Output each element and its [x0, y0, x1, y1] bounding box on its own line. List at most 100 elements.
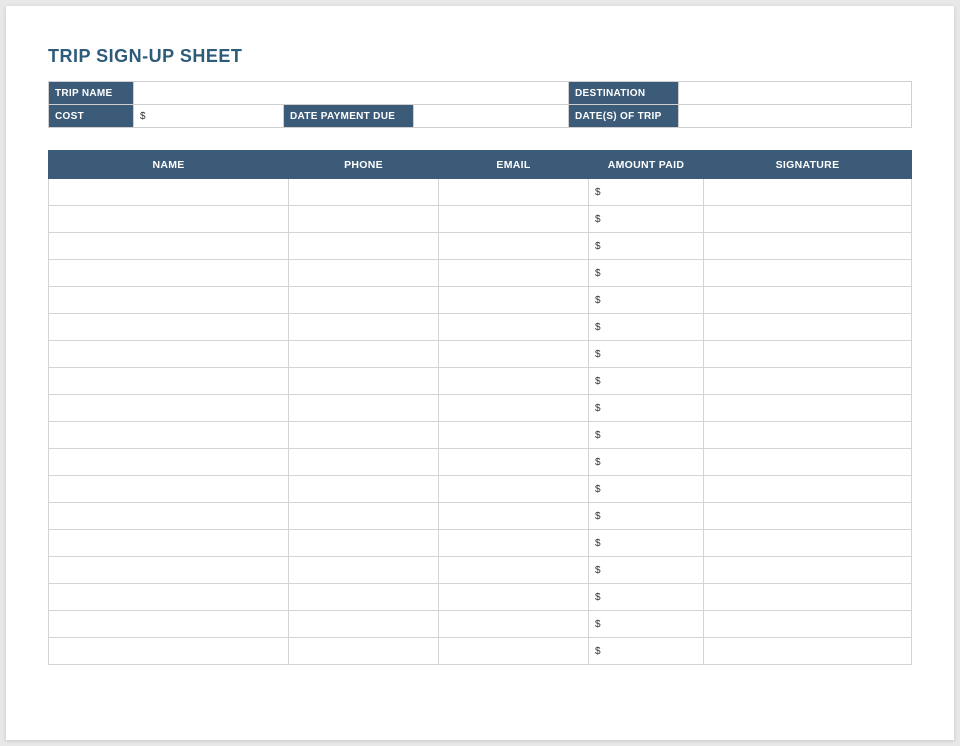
- cell-amount-paid[interactable]: $: [589, 341, 704, 368]
- cell-name[interactable]: [49, 314, 289, 341]
- cell-signature[interactable]: [704, 368, 912, 395]
- cell-amount-paid[interactable]: $: [589, 476, 704, 503]
- date-payment-due-value[interactable]: [414, 105, 569, 128]
- cell-phone[interactable]: [289, 260, 439, 287]
- cell-amount-paid[interactable]: $: [589, 233, 704, 260]
- cell-amount-paid[interactable]: $: [589, 584, 704, 611]
- cell-email[interactable]: [439, 341, 589, 368]
- cell-amount-paid[interactable]: $: [589, 260, 704, 287]
- cell-phone[interactable]: [289, 287, 439, 314]
- cell-signature[interactable]: [704, 314, 912, 341]
- cell-name[interactable]: [49, 233, 289, 260]
- cell-email[interactable]: [439, 476, 589, 503]
- cell-amount-paid[interactable]: $: [589, 638, 704, 665]
- cell-email[interactable]: [439, 611, 589, 638]
- cell-phone[interactable]: [289, 638, 439, 665]
- cell-amount-paid[interactable]: $: [589, 179, 704, 206]
- cost-value[interactable]: $: [134, 105, 284, 128]
- cell-email[interactable]: [439, 179, 589, 206]
- cell-email[interactable]: [439, 287, 589, 314]
- col-name: NAME: [49, 151, 289, 179]
- cell-email[interactable]: [439, 314, 589, 341]
- cell-signature[interactable]: [704, 449, 912, 476]
- cell-signature[interactable]: [704, 638, 912, 665]
- cell-email[interactable]: [439, 233, 589, 260]
- cell-amount-paid[interactable]: $: [589, 557, 704, 584]
- cell-phone[interactable]: [289, 449, 439, 476]
- cell-email[interactable]: [439, 557, 589, 584]
- cell-email[interactable]: [439, 530, 589, 557]
- trip-name-value[interactable]: [134, 82, 569, 105]
- cell-signature[interactable]: [704, 206, 912, 233]
- cell-email[interactable]: [439, 584, 589, 611]
- cell-email[interactable]: [439, 638, 589, 665]
- cell-name[interactable]: [49, 260, 289, 287]
- cell-signature[interactable]: [704, 422, 912, 449]
- cell-email[interactable]: [439, 395, 589, 422]
- destination-label: DESTINATION: [569, 82, 679, 105]
- cell-amount-paid[interactable]: $: [589, 530, 704, 557]
- cell-amount-paid[interactable]: $: [589, 611, 704, 638]
- cell-phone[interactable]: [289, 179, 439, 206]
- cell-name[interactable]: [49, 395, 289, 422]
- cell-amount-paid[interactable]: $: [589, 449, 704, 476]
- cell-signature[interactable]: [704, 341, 912, 368]
- cell-phone[interactable]: [289, 422, 439, 449]
- cell-name[interactable]: [49, 287, 289, 314]
- cell-name[interactable]: [49, 557, 289, 584]
- cell-phone[interactable]: [289, 341, 439, 368]
- cell-email[interactable]: [439, 368, 589, 395]
- cell-phone[interactable]: [289, 584, 439, 611]
- cell-phone[interactable]: [289, 530, 439, 557]
- cell-signature[interactable]: [704, 503, 912, 530]
- cell-phone[interactable]: [289, 503, 439, 530]
- cell-amount-paid[interactable]: $: [589, 206, 704, 233]
- cell-signature[interactable]: [704, 395, 912, 422]
- cell-signature[interactable]: [704, 584, 912, 611]
- signup-table: NAME PHONE EMAIL AMOUNT PAID SIGNATURE $…: [48, 150, 912, 665]
- cell-signature[interactable]: [704, 287, 912, 314]
- cell-signature[interactable]: [704, 179, 912, 206]
- cell-signature[interactable]: [704, 611, 912, 638]
- cell-name[interactable]: [49, 503, 289, 530]
- cell-name[interactable]: [49, 341, 289, 368]
- cell-amount-paid[interactable]: $: [589, 395, 704, 422]
- cell-phone[interactable]: [289, 395, 439, 422]
- cell-phone[interactable]: [289, 476, 439, 503]
- cell-amount-paid[interactable]: $: [589, 422, 704, 449]
- cell-amount-paid[interactable]: $: [589, 503, 704, 530]
- cell-name[interactable]: [49, 449, 289, 476]
- cell-amount-paid[interactable]: $: [589, 287, 704, 314]
- cell-name[interactable]: [49, 611, 289, 638]
- cell-name[interactable]: [49, 422, 289, 449]
- cell-email[interactable]: [439, 449, 589, 476]
- cell-signature[interactable]: [704, 233, 912, 260]
- cell-email[interactable]: [439, 206, 589, 233]
- cell-phone[interactable]: [289, 314, 439, 341]
- cell-name[interactable]: [49, 476, 289, 503]
- cell-name[interactable]: [49, 584, 289, 611]
- cell-phone[interactable]: [289, 233, 439, 260]
- cell-name[interactable]: [49, 179, 289, 206]
- cell-signature[interactable]: [704, 476, 912, 503]
- dates-of-trip-value[interactable]: [679, 105, 912, 128]
- cell-signature[interactable]: [704, 557, 912, 584]
- cell-phone[interactable]: [289, 368, 439, 395]
- cell-name[interactable]: [49, 530, 289, 557]
- cell-amount-paid[interactable]: $: [589, 368, 704, 395]
- cell-email[interactable]: [439, 260, 589, 287]
- cell-name[interactable]: [49, 206, 289, 233]
- destination-value[interactable]: [679, 82, 912, 105]
- cell-email[interactable]: [439, 503, 589, 530]
- dates-of-trip-label: DATE(S) OF TRIP: [569, 105, 679, 128]
- cell-email[interactable]: [439, 422, 589, 449]
- table-row: $: [49, 260, 912, 287]
- cell-amount-paid[interactable]: $: [589, 314, 704, 341]
- cell-phone[interactable]: [289, 611, 439, 638]
- cell-signature[interactable]: [704, 260, 912, 287]
- cell-signature[interactable]: [704, 530, 912, 557]
- cell-phone[interactable]: [289, 557, 439, 584]
- cell-name[interactable]: [49, 368, 289, 395]
- cell-phone[interactable]: [289, 206, 439, 233]
- cell-name[interactable]: [49, 638, 289, 665]
